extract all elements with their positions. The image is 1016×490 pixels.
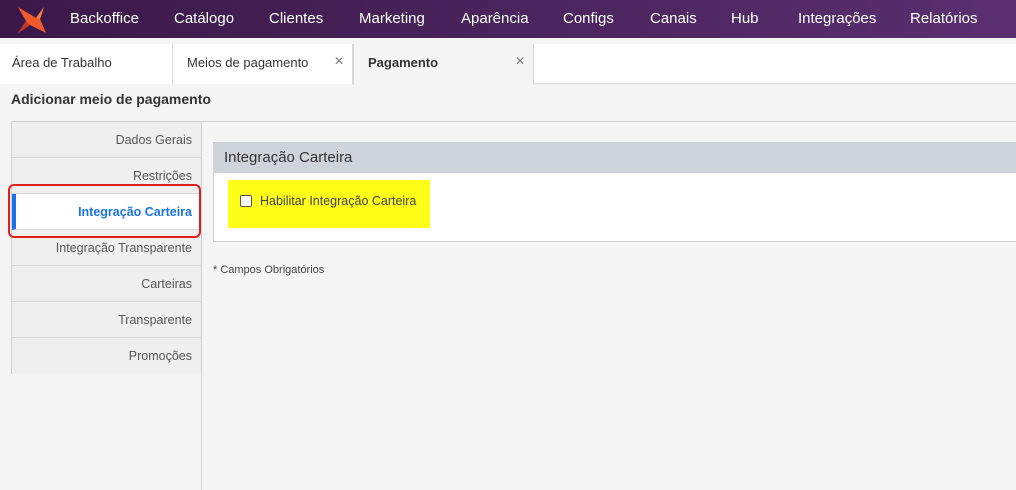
highlighted-option: Habilitar Integração Carteira <box>228 180 430 228</box>
page-title: Adicionar meio de pagamento <box>11 91 211 107</box>
sidebar-item-integracao-carteira[interactable]: Integração Carteira <box>12 194 202 230</box>
sidebar-item-dados-gerais[interactable]: Dados Gerais <box>12 122 202 158</box>
sidebar-item-carteiras[interactable]: Carteiras <box>12 266 202 302</box>
integration-panel: Integração Carteira Habilitar Integração… <box>213 142 1016 242</box>
nav-hub[interactable]: Hub <box>731 0 759 38</box>
sidebar-menu: Dados Gerais Restrições Integração Carte… <box>11 121 202 374</box>
required-fields-note: * Campos Obrigatórios <box>213 264 325 276</box>
close-icon[interactable]: × <box>513 44 527 82</box>
sidebar-item-restricoes[interactable]: Restrições <box>12 158 202 194</box>
enable-integration-checkbox[interactable] <box>240 195 252 207</box>
nav-aparencia[interactable]: Aparência <box>461 0 529 38</box>
panel-title: Integração Carteira <box>214 143 1016 173</box>
tab-label: Área de Trabalho <box>12 55 112 70</box>
sidebar-item-promocoes[interactable]: Promoções <box>12 338 202 374</box>
nav-configs[interactable]: Configs <box>563 0 614 38</box>
nav-backoffice[interactable]: Backoffice <box>70 0 139 38</box>
top-nav-bar: Backoffice Catálogo Clientes Marketing A… <box>0 0 1016 38</box>
nav-marketing[interactable]: Marketing <box>359 0 425 38</box>
tab-label: Pagamento <box>368 55 439 70</box>
nav-integracoes[interactable]: Integrações <box>798 0 876 38</box>
checkbox-label[interactable]: Habilitar Integração Carteira <box>260 194 416 208</box>
tab-label: Meios de pagamento <box>187 55 309 70</box>
sidebar-item-integracao-transparente[interactable]: Integração Transparente <box>12 230 202 266</box>
nav-catalogo[interactable]: Catálogo <box>174 0 234 38</box>
close-icon[interactable]: × <box>332 44 346 82</box>
sidebar-item-transparente[interactable]: Transparente <box>12 302 202 338</box>
nav-clientes[interactable]: Clientes <box>269 0 323 38</box>
nav-relatorios[interactable]: Relatórios <box>910 0 978 38</box>
tab-meios-de-pagamento[interactable]: Meios de pagamento × <box>173 44 353 84</box>
main-content: Integração Carteira Habilitar Integração… <box>201 121 1016 490</box>
brand-logo-icon[interactable] <box>14 3 48 37</box>
tab-bar: Área de Trabalho Meios de pagamento × Pa… <box>0 44 1016 85</box>
nav-canais[interactable]: Canais <box>650 0 697 38</box>
tab-pagamento[interactable]: Pagamento × <box>353 44 534 85</box>
tab-area-de-trabalho[interactable]: Área de Trabalho <box>0 44 173 84</box>
